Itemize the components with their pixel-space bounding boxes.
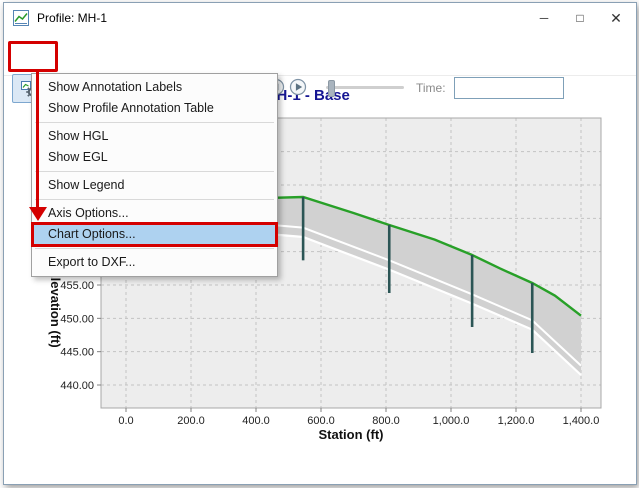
x-tick-label: 1,000.0: [433, 415, 470, 427]
window-title: Profile: MH-1: [37, 11, 107, 25]
x-tick-label: 800.0: [372, 415, 400, 427]
app-icon: [13, 10, 29, 26]
menu-item-axis-options[interactable]: Axis Options...: [33, 203, 276, 224]
menu-separator: [35, 248, 274, 249]
title-bar: Profile: MH-1 ─ □ ✕: [4, 3, 636, 33]
menu-item-export-to-dxf[interactable]: Export to DXF...: [33, 252, 276, 273]
y-tick-label: 450.00: [60, 313, 94, 325]
x-tick-label: 400.0: [242, 415, 270, 427]
close-button[interactable]: ✕: [598, 3, 634, 33]
y-axis-label: Elevation (ft): [48, 269, 63, 348]
menu-separator: [35, 171, 274, 172]
x-tick-label: 1,400.0: [563, 415, 600, 427]
menu-item-show-legend[interactable]: Show Legend: [33, 175, 276, 196]
time-input[interactable]: [454, 77, 564, 99]
play-button[interactable]: [288, 77, 308, 97]
menu-separator: [35, 199, 274, 200]
profile-window: 0.0 200.0 400.0 600.0 800.0 1,000.0 1,200.0 1,4…: [3, 2, 637, 485]
y-tick-label: 455.00: [60, 280, 94, 292]
minimize-button[interactable]: ─: [526, 3, 562, 33]
window-controls: ─ □ ✕: [526, 3, 634, 33]
x-tick-label: 0.0: [118, 415, 133, 427]
menu-item-show-profile-annotation-table[interactable]: Show Profile Annotation Table: [33, 98, 276, 119]
play-icon: [288, 77, 308, 97]
slider-thumb[interactable]: [328, 80, 335, 97]
menu-separator: [35, 122, 274, 123]
time-label: Time:: [416, 81, 446, 95]
slider-track: [326, 86, 404, 89]
x-tick-label: 1,200.0: [498, 415, 535, 427]
menu-item-chart-options[interactable]: Chart Options...: [33, 224, 276, 245]
x-axis-label: Station (ft): [101, 427, 601, 442]
menu-item-show-egl[interactable]: Show EGL: [33, 147, 276, 168]
maximize-button[interactable]: □: [562, 3, 598, 33]
y-tick-label: 445.00: [60, 347, 94, 359]
x-tick-label: 200.0: [177, 415, 205, 427]
y-tick-label: 440.00: [60, 380, 94, 392]
menu-item-show-annotation-labels[interactable]: Show Annotation Labels: [33, 77, 276, 98]
toolbar: Time:: [4, 33, 636, 76]
x-tick-label: 600.0: [307, 415, 335, 427]
display-options-menu: Show Annotation LabelsShow Profile Annot…: [31, 73, 278, 277]
time-slider[interactable]: [322, 74, 408, 100]
menu-item-show-hgl[interactable]: Show HGL: [33, 126, 276, 147]
